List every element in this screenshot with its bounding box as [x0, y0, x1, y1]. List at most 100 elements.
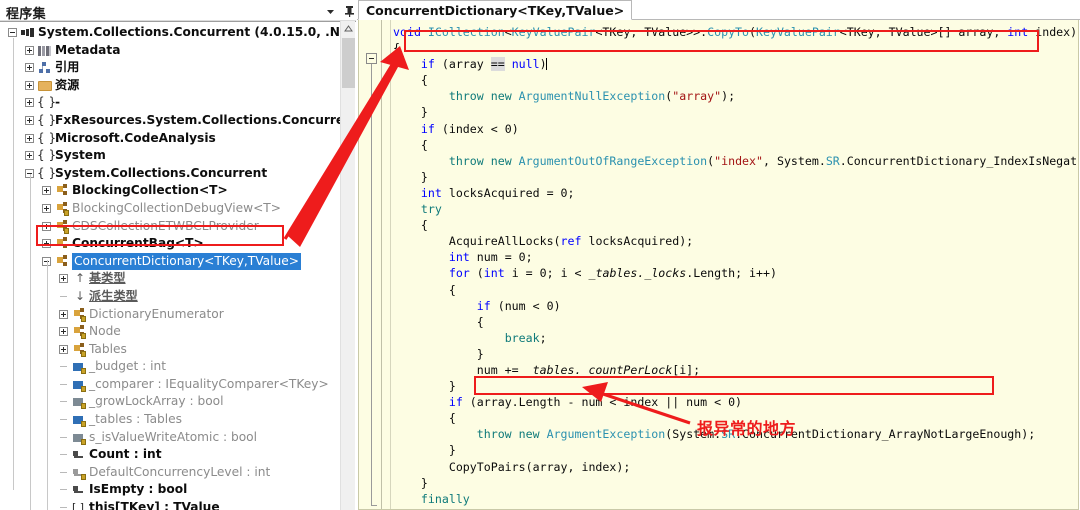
code-line: break;: [504, 330, 547, 345]
tree-item[interactable]: _budget : int: [0, 358, 340, 376]
tree-item[interactable]: this[TKey] : TValue: [0, 499, 340, 510]
pane-header: 程序集: [0, 0, 357, 22]
tree-item-label: 资源: [55, 77, 80, 92]
tree-item[interactable]: 派生类型: [0, 288, 340, 306]
expand-toggle[interactable]: [25, 80, 34, 90]
tree-item[interactable]: 基类型: [0, 270, 340, 288]
tree-item-label: Metadata: [55, 42, 121, 57]
private-field-icon: [72, 413, 86, 428]
tree-item[interactable]: CDSCollectionETWBCLProvider: [0, 218, 340, 236]
namespace-icon: [37, 147, 56, 165]
private-class-icon: [72, 342, 86, 357]
tree-item[interactable]: _comparer : IEqualityComparer<TKey>: [0, 376, 340, 394]
expand-toggle[interactable]: [59, 344, 68, 354]
expand-toggle[interactable]: [42, 203, 51, 213]
expand-toggle[interactable]: [25, 115, 34, 125]
expand-toggle[interactable]: [42, 221, 51, 231]
tree-item-label: System.Collections.Concurrent (4.0.15.0,…: [38, 25, 340, 39]
tree-item-label: Node: [89, 324, 121, 339]
chevron-down-icon[interactable]: [322, 3, 338, 19]
tree-item-label: ConcurrentBag<T>: [72, 236, 204, 251]
tree-item[interactable]: DefaultConcurrencyLevel : int: [0, 464, 340, 482]
lock-icon: [81, 315, 86, 322]
expand-toggle[interactable]: [25, 133, 34, 143]
expand-toggle[interactable]: [25, 98, 34, 108]
tree-item-label: System.Collections.Concurrent: [55, 165, 268, 180]
assembly-tree[interactable]: System.Collections.Concurrent (4.0.15.0,…: [0, 21, 356, 510]
tree-connector: [60, 489, 67, 491]
tree-item[interactable]: Count : int: [0, 446, 340, 464]
code-line: if (num < 0): [476, 298, 561, 313]
expand-toggle[interactable]: [25, 63, 34, 73]
code-line: int num = 0;: [448, 250, 533, 265]
tree-item[interactable]: ConcurrentBag<T>: [0, 235, 340, 253]
code-line: AcquireAllLocks(ref locksAcquired);: [448, 234, 694, 249]
tree-item[interactable]: -: [0, 94, 340, 112]
tree-guide-line: [47, 260, 48, 510]
editor-tabstrip: ConcurrentDictionary<TKey,TValue>: [357, 0, 1080, 20]
tree-item[interactable]: Microsoft.CodeAnalysis: [0, 130, 340, 148]
expand-toggle[interactable]: [42, 186, 51, 196]
tree-item[interactable]: ConcurrentDictionary<TKey,TValue>: [0, 252, 340, 271]
lock-icon: [64, 227, 69, 234]
pin-icon[interactable]: [341, 3, 357, 19]
code-line: finally: [420, 491, 470, 506]
indexer-icon: [72, 499, 86, 510]
expand-toggle[interactable]: [59, 274, 68, 284]
scroll-up-icon[interactable]: [341, 21, 355, 36]
minus-box-icon[interactable]: [366, 53, 377, 64]
tree-item[interactable]: Metadata: [0, 42, 340, 60]
tree-item[interactable]: FxResources.System.Collections.Concurren…: [0, 112, 340, 130]
tree-item-label: -: [55, 95, 61, 110]
tree-item[interactable]: IsEmpty : bool: [0, 481, 340, 499]
tree-item-label: _budget : int: [89, 359, 167, 374]
tree-item-label: _tables : Tables: [89, 412, 183, 427]
tree-item-label: 基类型: [89, 271, 126, 286]
tree-scrollbar[interactable]: [340, 21, 355, 510]
outlining-gutter: [359, 20, 381, 509]
tree-item[interactable]: 引用: [0, 59, 340, 77]
tab-concurrentdictionary[interactable]: ConcurrentDictionary<TKey,TValue>: [358, 0, 633, 20]
tree-item[interactable]: BlockingCollection<T>: [0, 182, 340, 200]
code-line: int locksAcquired = 0;: [420, 185, 575, 200]
tree-item[interactable]: System.Collections.Concurrent: [0, 165, 340, 183]
tree-scrollbar-thumb[interactable]: [342, 38, 355, 88]
expand-toggle[interactable]: [25, 151, 34, 161]
lock-icon: [64, 209, 69, 216]
tree-item[interactable]: _growLockArray : bool: [0, 393, 340, 411]
expand-toggle[interactable]: [59, 327, 68, 337]
assembly-icon: [21, 26, 35, 40]
tree-item[interactable]: DictionaryEnumerator: [0, 306, 340, 324]
namespace-icon: [37, 130, 56, 148]
tree-item-label: DictionaryEnumerator: [89, 306, 224, 321]
lock-icon: [81, 350, 86, 357]
tree-item[interactable]: 资源: [0, 77, 340, 95]
tree-connector: [60, 454, 67, 456]
expand-toggle[interactable]: [42, 239, 51, 249]
tree-item-label: 引用: [55, 60, 80, 75]
tree-item[interactable]: System.Collections.Concurrent (4.0.15.0,…: [0, 24, 340, 42]
text-caret: [545, 58, 547, 71]
tree-item[interactable]: _tables : Tables: [0, 411, 340, 429]
tree-item-label: BlockingCollection<T>: [72, 183, 228, 198]
tree-item[interactable]: System: [0, 147, 340, 165]
collapse-toggle[interactable]: [8, 28, 17, 37]
metadata-icon: [38, 43, 52, 58]
private-class-icon: [55, 219, 69, 234]
private-class-icon: [55, 201, 69, 216]
tree-item[interactable]: Tables: [0, 341, 340, 359]
tree-item[interactable]: BlockingCollectionDebugView<T>: [0, 200, 340, 218]
derived-types-icon: [72, 288, 86, 306]
code-line: {: [393, 137, 428, 152]
tree-item-label: _comparer : IEqualityComparer<TKey>: [89, 376, 329, 391]
expand-toggle[interactable]: [59, 309, 68, 319]
annotation-note: 报异常的地方: [697, 419, 797, 438]
namespace-icon: [37, 165, 56, 183]
tree-item-label: _growLockArray : bool: [89, 394, 224, 409]
tree-item[interactable]: s_isValueWriteAtomic : bool: [0, 429, 340, 447]
tree-item[interactable]: Node: [0, 323, 340, 341]
code-line: if (index < 0): [420, 121, 519, 136]
private-field-icon: [72, 360, 86, 375]
property-icon: [72, 483, 86, 498]
expand-toggle[interactable]: [25, 45, 34, 55]
